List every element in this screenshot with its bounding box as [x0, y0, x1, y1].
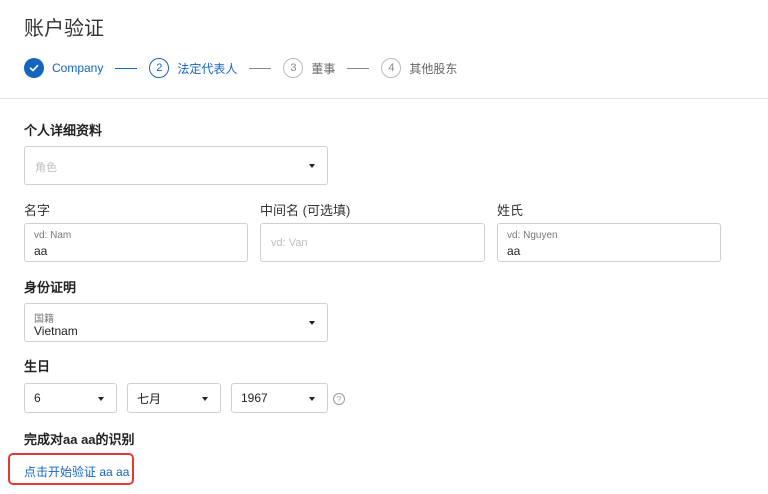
middle-name-field[interactable]: vd: Van	[260, 223, 485, 262]
step-label: 其他股东	[409, 61, 458, 76]
last-name-label: 姓氏	[497, 203, 524, 218]
dropdown-caret-icon	[202, 397, 208, 401]
page-title: 账户验证	[24, 18, 104, 40]
question-circle-icon[interactable]: ?	[333, 393, 345, 405]
step-label: Company	[52, 61, 104, 75]
step-number: 3	[283, 58, 304, 78]
dropdown-caret-icon	[309, 164, 315, 168]
last-name-value: aa	[507, 244, 521, 258]
step-label: 法定代表人	[177, 61, 238, 76]
birth-month-select[interactable]: 七月	[127, 383, 221, 413]
birth-year-value: 1967	[241, 391, 268, 405]
role-select[interactable]: 角色	[24, 146, 328, 185]
start-verification-link[interactable]: 点击开始验证 aa aa	[24, 463, 129, 480]
birthday-heading: 生日	[24, 359, 51, 374]
birth-day-value: 6	[34, 391, 41, 405]
nationality-select[interactable]: 国籍 Vietnam	[24, 303, 328, 342]
step-label: 董事	[311, 61, 336, 76]
step-legal-representative[interactable]: 2 法定代表人	[149, 58, 237, 78]
first-name-hint: vd: Nam	[34, 230, 72, 241]
dropdown-caret-icon	[309, 397, 315, 401]
dropdown-caret-icon	[309, 321, 315, 325]
step-number: 2	[149, 58, 170, 78]
first-name-label: 名字	[24, 203, 51, 218]
first-name-value: aa	[34, 244, 48, 258]
step-connector	[347, 67, 370, 69]
step-connector	[249, 67, 272, 69]
dropdown-caret-icon	[98, 397, 104, 401]
birth-month-value: 七月	[137, 391, 162, 406]
birth-day-select[interactable]: 6	[24, 383, 117, 413]
step-number: 4	[381, 58, 402, 78]
identity-heading: 身份证明	[24, 280, 77, 295]
header-divider	[0, 98, 768, 99]
nationality-label: 国籍	[34, 314, 54, 325]
middle-name-label: 中间名 (可选填)	[260, 203, 351, 218]
checkmark-icon	[24, 58, 44, 78]
nationality-value: Vietnam	[34, 324, 78, 338]
step-other-shareholders[interactable]: 4 其他股东	[381, 58, 457, 78]
verification-link-highlight: 点击开始验证 aa aa	[8, 453, 134, 485]
middle-name-placeholder: vd: Van	[271, 237, 308, 249]
step-directors[interactable]: 3 董事	[283, 58, 335, 78]
birth-year-select[interactable]: 1967	[231, 383, 328, 413]
role-placeholder: 角色	[35, 162, 57, 174]
verification-heading: 完成对aa aa的识别	[24, 432, 135, 447]
first-name-field[interactable]: vd: Nam aa	[24, 223, 248, 262]
personal-details-heading: 个人详细资料	[24, 123, 103, 138]
last-name-field[interactable]: vd: Nguyen aa	[497, 223, 721, 262]
last-name-hint: vd: Nguyen	[507, 230, 558, 241]
progress-stepper: Company 2 法定代表人 3 董事 4 其他股东	[24, 57, 457, 79]
step-company[interactable]: Company	[24, 58, 103, 78]
step-connector	[115, 67, 138, 69]
